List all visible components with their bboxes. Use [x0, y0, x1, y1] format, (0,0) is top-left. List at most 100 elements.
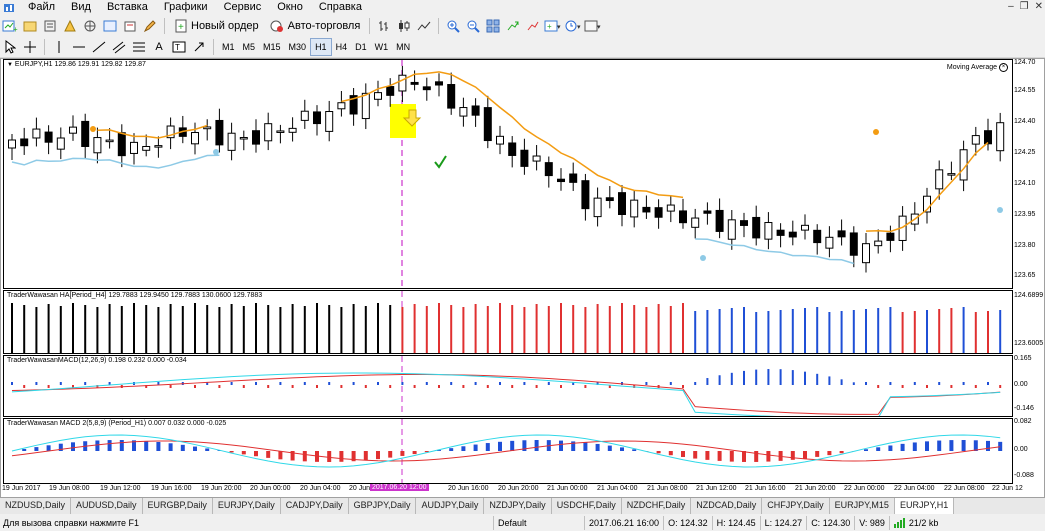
menu-window[interactable]: Окно — [269, 0, 311, 15]
svg-text:T: T — [175, 43, 180, 52]
macd2-histogram-bar — [22, 449, 27, 451]
line-chart-icon[interactable] — [415, 17, 433, 35]
meta-editor-icon[interactable] — [141, 17, 159, 35]
arrows-icon[interactable] — [190, 38, 208, 56]
zoom-out-icon[interactable] — [464, 17, 482, 35]
autotrading-button[interactable]: Авто-торговля — [265, 17, 365, 35]
periods-icon[interactable]: ▾ — [564, 17, 582, 35]
menu-view[interactable]: Вид — [63, 0, 99, 15]
new-chart-button[interactable]: + — [1, 17, 19, 35]
macd2-histogram-bar — [473, 444, 478, 451]
tab-audusd-daily[interactable]: AUDUSD,Daily — [71, 498, 143, 514]
trendline-icon[interactable] — [90, 38, 108, 56]
timeframe-w1[interactable]: W1 — [371, 39, 393, 55]
market-watch-icon[interactable] — [41, 17, 59, 35]
ha-bar — [779, 310, 782, 353]
macd2-histogram-bar — [339, 451, 344, 462]
tab-gbpjpy-daily[interactable]: GBPJPY,Daily — [349, 498, 417, 514]
time-axis: 19 Jun 2017 19 Jun 08:00 19 Jun 12:00 19… — [2, 483, 1023, 497]
tab-usdchf-daily[interactable]: USDCHF,Daily — [552, 498, 622, 514]
macd1-histogram-bar — [35, 382, 38, 385]
text-tool-icon[interactable]: A — [150, 38, 168, 56]
tab-audjpy-daily[interactable]: AUDJPY,Daily — [416, 498, 485, 514]
text-label-icon[interactable]: T — [170, 38, 188, 56]
candle-body — [483, 107, 492, 142]
ha-bar — [987, 311, 989, 353]
macd1-histogram-bar — [11, 382, 13, 385]
zoom-in-icon[interactable] — [444, 17, 462, 35]
tab-eurjpy-m15[interactable]: EURJPY,M15 — [830, 498, 895, 514]
candlestick-icon[interactable] — [395, 17, 413, 35]
ha-bar — [865, 309, 867, 353]
macd1-histogram-bar — [511, 385, 514, 388]
ha-bar — [438, 303, 440, 353]
macd1-panel[interactable]: TraderWawasanMACD(12,26,9) 0.198 0.232 0… — [3, 355, 1013, 417]
crosshair-icon[interactable] — [21, 38, 39, 56]
timeframe-m1[interactable]: M1 — [218, 39, 239, 55]
candle-body — [874, 240, 883, 247]
toolbar-separator — [213, 39, 214, 55]
timeframe-m5[interactable]: M5 — [239, 39, 260, 55]
auto-scroll-icon[interactable] — [504, 17, 522, 35]
new-order-button[interactable]: + Новый ордер — [170, 17, 263, 35]
tab-nzdcad-daily[interactable]: NZDCAD,Daily — [691, 498, 763, 514]
traffic-value: 21/2 kb — [908, 517, 939, 528]
close-indicator-icon[interactable]: × — [999, 63, 1008, 72]
tile-windows-icon[interactable] — [484, 17, 502, 35]
menu-charts[interactable]: Графики — [156, 0, 216, 15]
data-window-icon[interactable] — [81, 17, 99, 35]
macd2-panel[interactable]: TraderWawasan MACD 2(5,8,9) (Period_H1) … — [3, 418, 1013, 484]
macd2-histogram-bar — [839, 451, 844, 454]
tab-nzdusd-daily[interactable]: NZDUSD,Daily — [0, 498, 72, 514]
menu-tools[interactable]: Сервис — [216, 0, 270, 15]
restore-icon[interactable]: ❐ — [1020, 1, 1029, 12]
timeframe-h1[interactable]: H1 — [310, 38, 332, 56]
new-order-icon: + — [175, 19, 187, 33]
chart-window[interactable]: ▼ EURJPY,H1 129.86 129.91 129.82 129.87 … — [0, 58, 1045, 498]
tab-eurjpy-daily[interactable]: EURJPY,Daily — [213, 498, 281, 514]
bar-chart-icon[interactable] — [375, 17, 393, 35]
ha-bar — [145, 305, 148, 353]
strategy-tester-icon[interactable] — [121, 17, 139, 35]
macd1-histogram-bar — [840, 379, 843, 385]
templates-icon[interactable]: ▾ — [584, 17, 602, 35]
minimize-icon[interactable]: – — [1008, 1, 1014, 12]
macd1-histogram-bar — [706, 378, 709, 385]
macd2-histogram-bar — [595, 443, 600, 451]
tab-eurgbp-daily[interactable]: EURGBP,Daily — [143, 498, 213, 514]
menu-insert[interactable]: Вставка — [99, 0, 156, 15]
tab-chfjpy-daily[interactable]: CHFJPY,Daily — [762, 498, 830, 514]
vertical-line-icon[interactable] — [50, 38, 68, 56]
indicators-icon[interactable]: + ▾ — [544, 17, 562, 35]
tab-nzdchf-daily[interactable]: NZDCHF,Daily — [622, 498, 692, 514]
chart-shift-icon[interactable] — [524, 17, 542, 35]
tab-cadjpy-daily[interactable]: CADJPY,Daily — [281, 498, 349, 514]
horizontal-line-icon[interactable] — [70, 38, 88, 56]
fibonacci-icon[interactable] — [130, 38, 148, 56]
ha-bar — [255, 303, 257, 353]
menu-file[interactable]: Файл — [20, 0, 63, 15]
timeframe-m30[interactable]: M30 — [285, 39, 311, 55]
status-datetime: 2017.06.21 16:00 — [584, 515, 663, 530]
close-icon[interactable]: ✕ — [1035, 1, 1043, 12]
price-panel[interactable]: ▼ EURJPY,H1 129.86 129.91 129.82 129.87 … — [3, 59, 1013, 289]
terminal-icon[interactable] — [101, 17, 119, 35]
heiken-ashi-panel[interactable]: TraderWawasan HA[Period_H4] 129.7883 129… — [3, 290, 1013, 354]
timeframe-m15[interactable]: M15 — [259, 39, 285, 55]
tab-nzdjpy-daily[interactable]: NZDJPY,Daily — [484, 498, 552, 514]
cursor-icon[interactable] — [1, 38, 19, 56]
macd1-histogram-bar — [218, 385, 221, 388]
time-tick: 22 Jun 08:00 — [944, 485, 985, 492]
menu-help[interactable]: Справка — [311, 0, 370, 15]
channel-icon[interactable] — [110, 38, 128, 56]
status-bar: Для вызова справки нажмите F1 Default 20… — [0, 514, 1045, 531]
tab-eurjpy-h1[interactable]: EURJPY,H1 — [894, 498, 955, 514]
profiles-button[interactable] — [21, 17, 39, 35]
timeframe-d1[interactable]: D1 — [351, 39, 371, 55]
timeframe-h4[interactable]: H4 — [332, 39, 352, 55]
candle-body — [666, 204, 675, 212]
macd2-histogram-bar — [449, 448, 454, 451]
navigator-icon[interactable] — [61, 17, 79, 35]
timeframe-mn[interactable]: MN — [392, 39, 414, 55]
macd1-histogram-bar — [547, 382, 550, 385]
